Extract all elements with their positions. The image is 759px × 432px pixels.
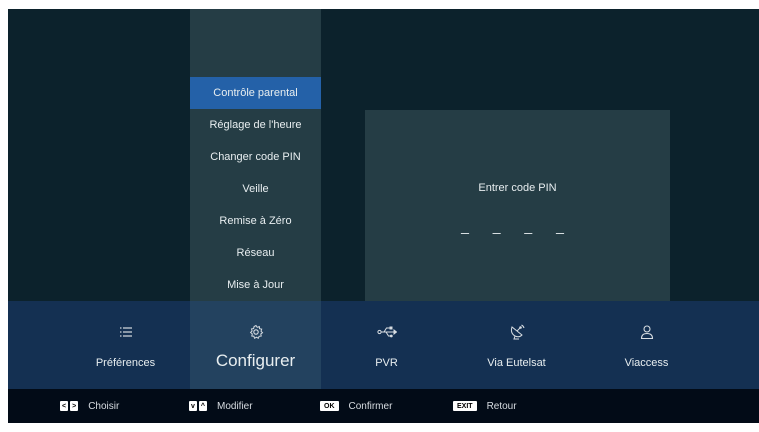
hint-choose: < > Choisir — [60, 389, 119, 423]
hint-confirm: OK Confirmer — [320, 389, 392, 423]
satellite-dish-icon — [451, 321, 582, 343]
menu-item-change-pin[interactable]: Changer code PIN — [190, 141, 321, 173]
pin-entry-panel: Entrer code PIN _ _ _ _ — [365, 110, 670, 301]
ok-key-group: OK — [320, 401, 341, 411]
tab-configure[interactable]: Configurer — [190, 301, 321, 389]
menu-item-parental-control[interactable]: Contrôle parental — [190, 77, 321, 109]
main-nav-bar: Préférences Configurer PVR Via Eutelsat … — [8, 301, 759, 389]
list-icon — [60, 321, 191, 343]
menu-item-update[interactable]: Mise à Jour — [190, 269, 321, 301]
hint-modify: v ^ Modifier — [189, 389, 253, 423]
pin-entry-label: Entrer code PIN — [478, 182, 557, 194]
up-key-icon: ^ — [198, 401, 207, 411]
gear-icon — [190, 321, 321, 343]
tab-via-eutelsat[interactable]: Via Eutelsat — [451, 301, 582, 389]
hint-label: Confirmer — [348, 400, 393, 412]
tab-label: Viaccess — [624, 357, 669, 369]
left-right-keys-icon: < > — [60, 401, 80, 411]
right-key-icon: > — [70, 401, 79, 411]
tab-pvr[interactable]: PVR — [321, 301, 452, 389]
tab-label: Préférences — [95, 357, 156, 369]
tab-label: Configurer — [215, 351, 296, 370]
usb-icon — [321, 321, 452, 343]
up-down-keys-icon: v ^ — [189, 401, 209, 411]
tab-label: PVR — [375, 357, 398, 369]
hint-label: Modifier — [217, 400, 253, 412]
settings-menu: Contrôle parental Réglage de l'heure Cha… — [190, 9, 321, 301]
tab-preferences[interactable]: Préférences — [60, 301, 191, 389]
tab-viaccess[interactable]: Viaccess — [581, 301, 712, 389]
menu-item-reset[interactable]: Remise à Zéro — [190, 205, 321, 237]
tv-screen: Contrôle parental Réglage de l'heure Cha… — [8, 9, 759, 423]
hint-label: Choisir — [88, 400, 120, 412]
exit-key-icon: EXIT — [453, 401, 477, 411]
menu-item-time-setting[interactable]: Réglage de l'heure — [190, 109, 321, 141]
menu-item-network[interactable]: Réseau — [190, 237, 321, 269]
left-key-icon: < — [60, 401, 69, 411]
pin-entry-field[interactable]: _ _ _ _ — [365, 218, 670, 234]
key-hints-bar: < > Choisir v ^ Modifier OK Confirmer EX… — [8, 389, 759, 423]
hint-back: EXIT Retour — [453, 389, 517, 423]
ok-key-icon: OK — [320, 401, 339, 411]
menu-item-standby[interactable]: Veille — [190, 173, 321, 205]
tab-label: Via Eutelsat — [487, 357, 546, 369]
user-icon — [581, 321, 712, 343]
hint-label: Retour — [486, 400, 517, 412]
exit-key-group: EXIT — [453, 401, 479, 411]
down-key-icon: v — [189, 401, 197, 411]
